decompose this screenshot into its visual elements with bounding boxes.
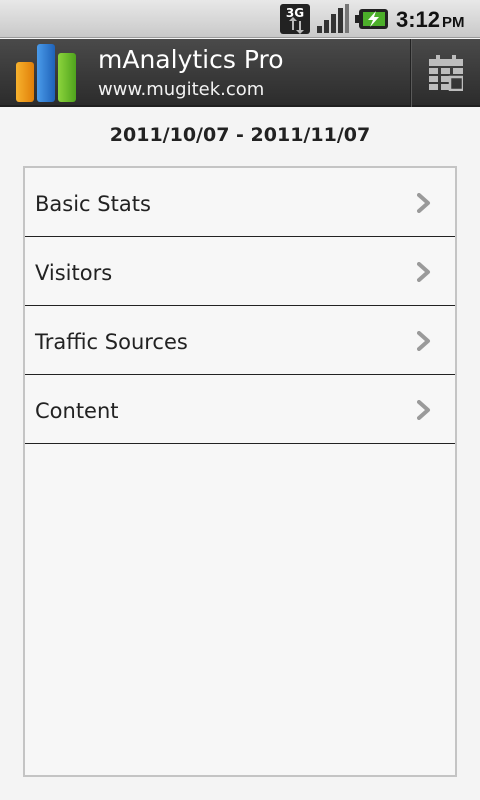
menu-item-label: Visitors [35, 261, 113, 285]
svg-text:3G: 3G [286, 6, 304, 20]
menu-item-label: Traffic Sources [35, 330, 188, 354]
calendar-icon [429, 55, 463, 91]
date-range: 2011/10/07 - 2011/11/07 [109, 124, 371, 146]
clock-ampm: PM [442, 14, 465, 31]
menu-panel: Basic Stats Visitors Traffic Sources Con… [23, 166, 457, 777]
menu-item-content[interactable]: Content [25, 375, 455, 444]
menu-item-label: Basic Stats [35, 192, 151, 216]
menu-item-basic-stats[interactable]: Basic Stats [25, 168, 455, 237]
3g-icon: 3G [280, 4, 310, 35]
status-bar: 3G 3:12 PM [0, 0, 480, 38]
bar-chart-logo-icon [16, 44, 76, 102]
app-subtitle: www.mugitek.com [98, 79, 265, 100]
battery-charging-icon [355, 9, 388, 29]
chevron-right-icon [417, 262, 430, 282]
menu-item-traffic-sources[interactable]: Traffic Sources [25, 306, 455, 375]
calendar-button[interactable] [413, 39, 480, 107]
chevron-right-icon [417, 331, 430, 351]
menu-item-label: Content [35, 399, 119, 423]
clock: 3:12 PM [396, 5, 465, 35]
chevron-right-icon [417, 400, 430, 420]
clock-time: 3:12 [396, 7, 441, 32]
menu-item-visitors[interactable]: Visitors [25, 237, 455, 306]
signal-icon [317, 4, 349, 33]
title-bar-divider [410, 39, 412, 107]
chevron-right-icon [417, 193, 430, 213]
title-bar: mAnalytics Pro www.mugitek.com [0, 39, 480, 107]
app-title: mAnalytics Pro [98, 45, 284, 74]
